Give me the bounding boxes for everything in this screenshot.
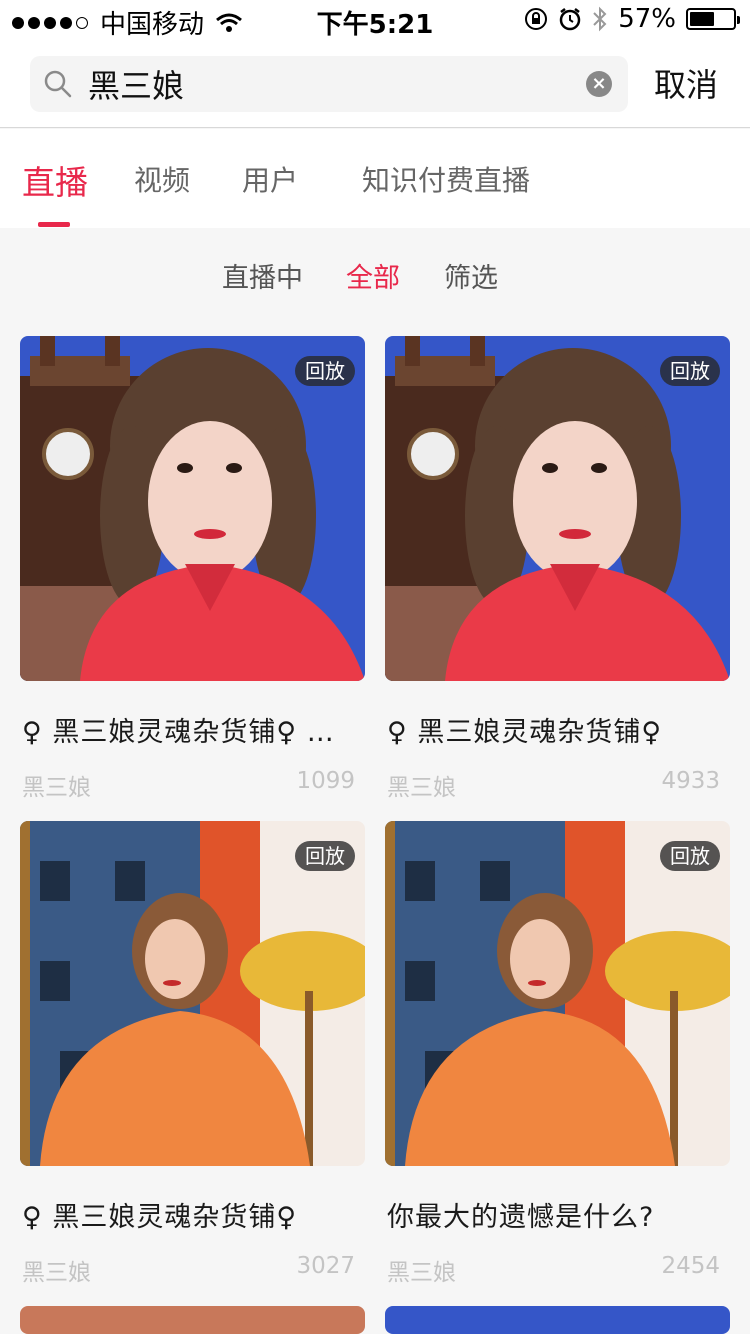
card-title[interactable]: ♀ 黑三娘灵魂杂货铺♀ <box>22 1195 362 1234</box>
replay-badge: 回放 <box>295 841 355 871</box>
card-view-count: 1099 <box>296 768 355 794</box>
result-card[interactable]: 回放 你最大的遗憾是什么? 黑三娘 2454 <box>385 821 730 1286</box>
portrait-image <box>20 336 365 681</box>
card-thumbnail[interactable] <box>385 1306 730 1334</box>
card-view-count: 2454 <box>661 1253 720 1279</box>
battery-percent: 57% <box>618 4 676 34</box>
result-card[interactable]: 回放 ♀ 黑三娘灵魂杂货铺♀ 黑三娘 4933 <box>385 336 730 801</box>
search-box[interactable]: × <box>30 56 628 112</box>
status-bar: 中国移动 下午5:21 57% <box>0 0 750 40</box>
tab-bar: 直播 视频 用户 知识付费直播 <box>0 129 750 228</box>
replay-badge: 回放 <box>660 356 720 386</box>
card-thumbnail[interactable]: 回放 <box>20 821 365 1166</box>
result-card[interactable] <box>20 1306 365 1334</box>
card-thumbnail[interactable]: 回放 <box>20 336 365 681</box>
result-card[interactable]: 回放 ♀ 黑三娘灵魂杂货铺♀ 黑三娘 3027 <box>20 821 365 1286</box>
card-owner[interactable]: 黑三娘 <box>387 768 456 802</box>
battery-icon <box>686 8 740 30</box>
search-header: × 取消 <box>0 40 750 128</box>
replay-badge: 回放 <box>295 356 355 386</box>
card-thumbnail[interactable]: 回放 <box>385 336 730 681</box>
card-view-count: 4933 <box>661 768 720 794</box>
filter-all[interactable]: 全部 <box>346 256 400 295</box>
card-thumbnail[interactable]: 回放 <box>385 821 730 1166</box>
portrait-image <box>385 821 730 1166</box>
sub-filter-bar: 直播中 全部 筛选 <box>0 228 750 318</box>
card-title[interactable]: 你最大的遗憾是什么? <box>387 1195 727 1234</box>
search-results-page: 中国移动 下午5:21 57% 黑三娘 × 取消 直播 视频 用户 知识付费直播… <box>0 0 750 1334</box>
status-right: 57% <box>524 4 740 34</box>
card-owner[interactable]: 黑三娘 <box>22 1253 91 1287</box>
bluetooth-icon <box>593 6 607 32</box>
result-card[interactable]: 回放 ♀ 黑三娘灵魂杂货铺♀ … 黑三娘 1099 <box>20 336 365 801</box>
filter-live-now[interactable]: 直播中 <box>222 256 303 295</box>
card-title[interactable]: ♀ 黑三娘灵魂杂货铺♀ … <box>22 710 362 749</box>
result-card[interactable] <box>385 1306 730 1334</box>
rotation-lock-icon <box>525 8 548 30</box>
card-owner[interactable]: 黑三娘 <box>22 768 91 802</box>
card-thumbnail[interactable] <box>20 1306 365 1334</box>
filter-options[interactable]: 筛选 <box>444 256 498 295</box>
card-view-count: 3027 <box>296 1253 355 1279</box>
tab-videos[interactable]: 视频 <box>134 159 190 199</box>
alarm-icon <box>559 8 581 31</box>
card-title[interactable]: ♀ 黑三娘灵魂杂货铺♀ <box>387 710 727 749</box>
card-owner[interactable]: 黑三娘 <box>387 1253 456 1287</box>
portrait-image <box>385 336 730 681</box>
tab-users[interactable]: 用户 <box>242 159 298 199</box>
cancel-button[interactable]: 取消 <box>654 60 718 106</box>
tab-live[interactable]: 直播 <box>22 156 88 204</box>
clear-icon[interactable]: × <box>586 71 612 97</box>
battery-level-fill <box>690 12 714 26</box>
replay-badge: 回放 <box>660 841 720 871</box>
active-tab-indicator <box>38 222 70 227</box>
search-input[interactable] <box>88 62 558 106</box>
portrait-image <box>20 821 365 1166</box>
search-icon <box>44 70 72 98</box>
tab-paid-knowledge-live[interactable]: 知识付费直播 <box>362 159 530 199</box>
